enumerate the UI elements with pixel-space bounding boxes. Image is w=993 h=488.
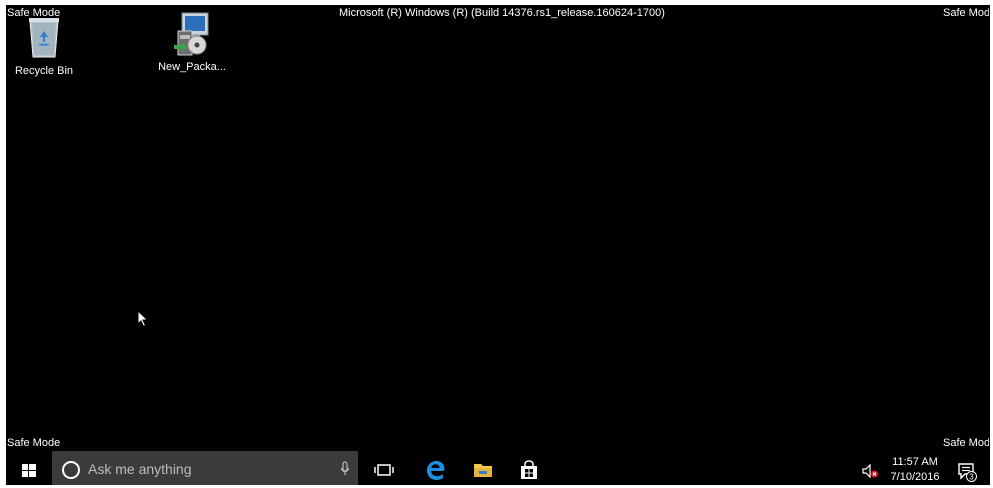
volume-muted-icon [862, 463, 878, 479]
system-clock[interactable]: 11:57 AM 7/10/2016 [886, 455, 944, 485]
store-button[interactable] [517, 459, 541, 481]
desktop-icon-recycle-bin[interactable]: Recycle Bin [6, 15, 84, 78]
desktop-icon-label: New_Packa... [158, 61, 226, 73]
volume-muted-button[interactable] [861, 463, 879, 479]
installer-package-icon [172, 11, 212, 56]
action-center-button[interactable]: 3 [956, 461, 978, 483]
recycle-bin-icon [24, 15, 64, 59]
notification-count: 3 [969, 473, 974, 482]
clock-time: 11:57 AM [892, 456, 938, 468]
store-icon [521, 460, 537, 479]
desktop-icon-new-package[interactable]: New_Packa... [152, 11, 232, 74]
safe-mode-label-bottom-left: Safe Mode [7, 437, 61, 449]
desktop-icon-label: Recycle Bin [14, 65, 74, 77]
desktop[interactable]: Safe Mode Microsoft (R) Windows (R) (Bui… [6, 5, 990, 485]
start-button[interactable] [16, 459, 42, 481]
task-view-icon [374, 464, 394, 476]
clock-date: 7/10/2016 [890, 471, 940, 483]
file-explorer-icon [474, 464, 492, 477]
safe-mode-label-top-right: Safe Mode [943, 7, 989, 19]
safe-mode-label-bottom-right: Safe Mode [943, 437, 989, 449]
task-view-button[interactable] [372, 459, 396, 481]
build-watermark: Microsoft (R) Windows (R) (Build 14376.r… [339, 7, 665, 19]
edge-browser-button[interactable] [424, 459, 448, 481]
cortana-search-box[interactable]: Ask me anything [52, 451, 358, 485]
cortana-icon [62, 461, 80, 479]
action-center-icon: 3 [958, 463, 977, 482]
file-explorer-button[interactable] [471, 459, 495, 481]
microphone-icon[interactable] [340, 461, 350, 477]
windows-logo-icon [22, 464, 36, 477]
search-placeholder: Ask me anything [88, 461, 192, 477]
taskbar: Ask me anything 11:57 AM 7/10/2016 3 [6, 451, 990, 485]
mouse-pointer-icon [137, 309, 149, 333]
edge-icon [427, 461, 445, 480]
